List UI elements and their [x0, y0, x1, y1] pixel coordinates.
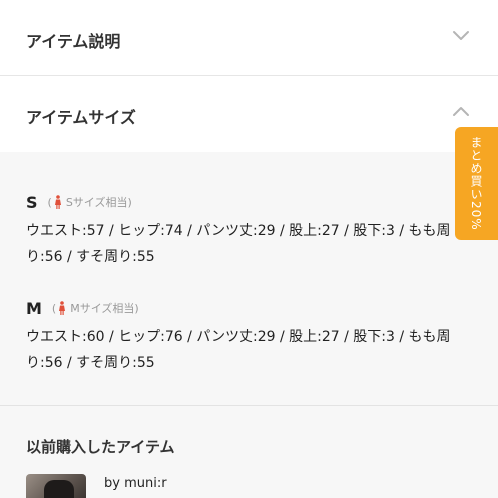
- previous-purchases-title: 以前購入したアイテム: [26, 438, 175, 456]
- size-measurements: ウエスト:60 / ヒップ:76 / パンツ丈:29 / 股上:27 / 股下:…: [26, 329, 451, 371]
- item-description-label: アイテム説明: [26, 32, 121, 51]
- bulk-discount-tab[interactable]: まとめ買い20%: [455, 127, 498, 240]
- size-letter: M: [26, 298, 42, 318]
- note-paren-close: ): [134, 301, 139, 315]
- size-panel: S ( Sサイズ相当 ) ウエスト:57 / ヒップ:74 / パンツ丈:29 …: [0, 152, 498, 406]
- note-paren-open: (: [51, 301, 57, 315]
- size-equivalent-text: Sサイズ相当: [65, 196, 128, 209]
- previous-item-thumbnail[interactable]: [26, 474, 86, 498]
- accordion-item-description[interactable]: アイテム説明: [0, 0, 498, 76]
- size-equivalent-text: Mサイズ相当: [70, 302, 135, 315]
- note-paren-close: ): [127, 195, 132, 209]
- thumbnail-photo: [44, 480, 74, 498]
- size-block-s: S ( Sサイズ相当 ) ウエスト:57 / ヒップ:74 / パンツ丈:29 …: [26, 192, 486, 270]
- item-size-label: アイテムサイズ: [26, 108, 136, 127]
- female-person-icon: [59, 301, 66, 315]
- size-title: M ( Mサイズ相当 ): [26, 298, 486, 318]
- previous-purchases-section: 以前購入したアイテム by muni:r: [0, 406, 498, 498]
- female-person-icon: [54, 195, 61, 209]
- accordion-item-size[interactable]: アイテムサイズ: [0, 76, 498, 152]
- previous-item-brand[interactable]: by muni:r: [104, 476, 167, 491]
- size-title: S ( Sサイズ相当 ): [26, 192, 486, 212]
- size-measurements: ウエスト:57 / ヒップ:74 / パンツ丈:29 / 股上:27 / 股下:…: [26, 223, 451, 265]
- chevron-down-icon[interactable]: [452, 27, 470, 45]
- size-note: ( Mサイズ相当 ): [52, 300, 139, 316]
- size-letter: S: [26, 192, 38, 212]
- note-paren-open: (: [47, 195, 52, 209]
- size-note: ( Sサイズ相当 ): [48, 194, 132, 210]
- chevron-up-icon[interactable]: [452, 102, 470, 120]
- bulk-discount-label: まとめ買い20%: [469, 136, 483, 231]
- size-block-m: M ( Mサイズ相当 ) ウエスト:60 / ヒップ:76 / パンツ丈:29 …: [26, 298, 486, 376]
